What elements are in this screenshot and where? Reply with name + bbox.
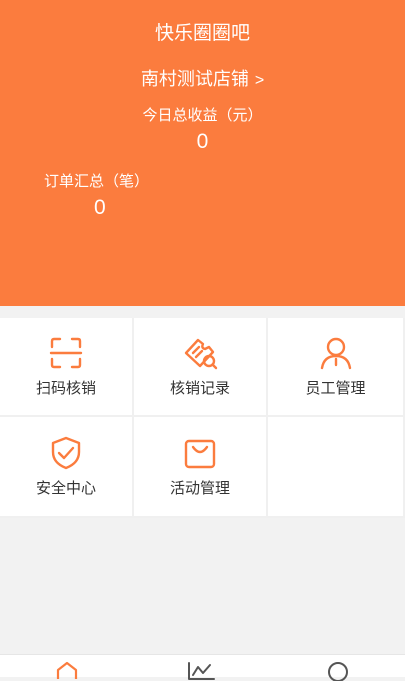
menu-item-records[interactable]: 核销记录	[134, 318, 268, 417]
header-panel: 快乐圈圈吧 南村测试店铺 > 今日总收益（元） 0 订单汇总（笔） 0	[0, 0, 405, 306]
menu-grid: 扫码核销 核销记录 员工管理 安全中心 活动管理	[0, 318, 405, 518]
revenue-value: 0	[196, 130, 209, 153]
orders-label: 订单汇总（笔）	[44, 173, 150, 190]
scan-icon	[49, 337, 83, 369]
app-title: 快乐圈圈吧	[154, 23, 250, 44]
profile-icon[interactable]	[323, 661, 353, 681]
chart-icon[interactable]	[186, 661, 216, 681]
menu-item-label: 员工管理	[305, 380, 366, 397]
shield-icon	[51, 436, 81, 470]
menu-item-staff[interactable]: 员工管理	[268, 318, 405, 417]
menu-item-activity[interactable]: 活动管理	[134, 417, 268, 518]
section-gap	[0, 306, 405, 318]
menu-item-label: 安全中心	[35, 480, 96, 497]
bag-icon	[184, 439, 216, 469]
user-icon	[320, 337, 351, 370]
orders-value: 0	[94, 196, 106, 219]
menu-item-label: 扫码核销	[35, 380, 96, 397]
revenue-label: 今日总收益（元）	[142, 107, 263, 124]
menu-item-scan[interactable]: 扫码核销	[0, 318, 134, 417]
store-name: 南村测试店铺	[140, 69, 249, 89]
store-selector[interactable]: 南村测试店铺 >	[0, 65, 405, 91]
home-icon[interactable]	[52, 661, 82, 681]
menu-item-empty	[268, 417, 405, 518]
menu-item-security[interactable]: 安全中心	[0, 417, 134, 518]
bottom-tab-bar	[0, 654, 405, 681]
menu-item-label: 活动管理	[169, 480, 230, 497]
menu-item-label: 核销记录	[169, 380, 230, 397]
chevron-right-icon: >	[254, 72, 265, 89]
ticket-icon	[184, 338, 218, 370]
